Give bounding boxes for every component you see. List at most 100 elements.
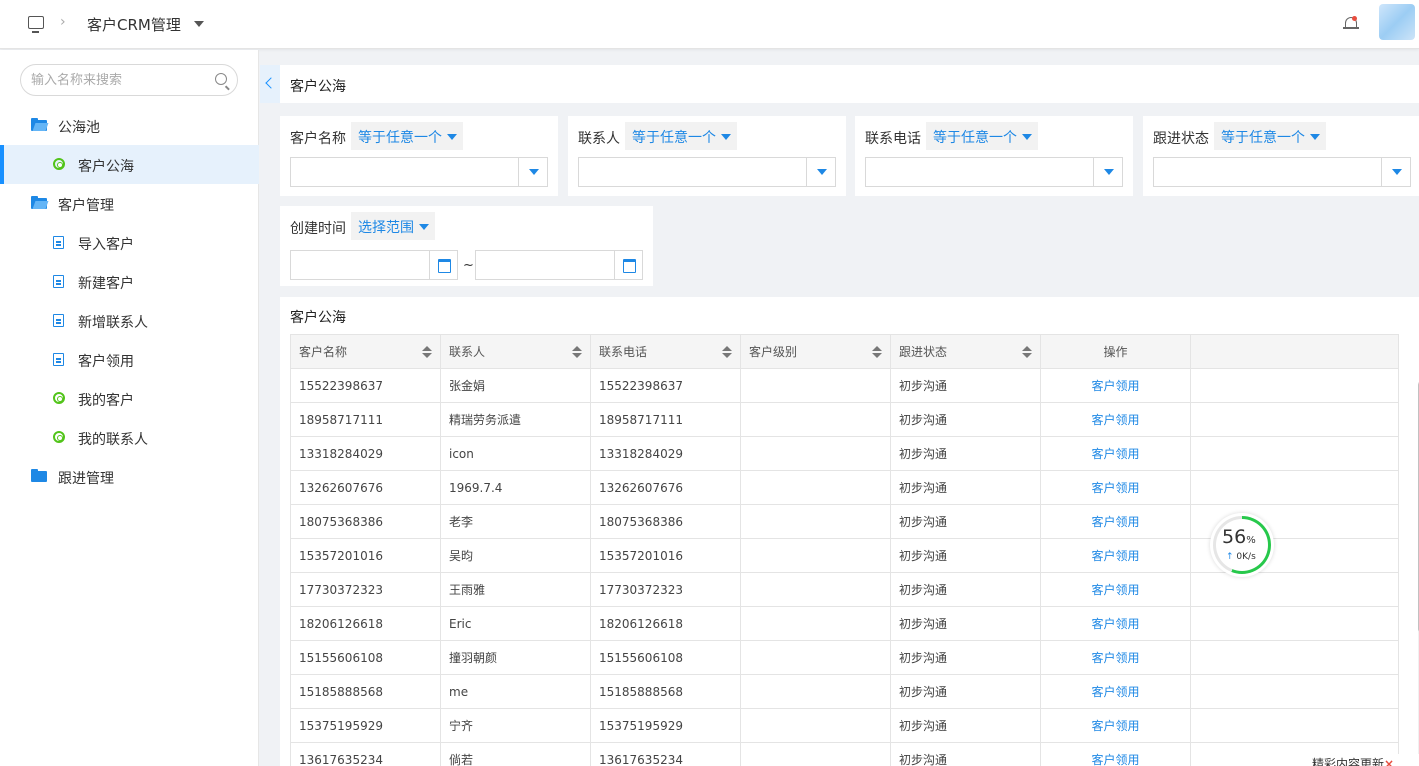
- search-input[interactable]: [31, 71, 211, 89]
- cell-blank: [1190, 436, 1399, 471]
- sidebar-item-new-customer[interactable]: 新建客户: [0, 262, 259, 301]
- cell-action-link[interactable]: 客户领用: [1040, 368, 1191, 403]
- cell-status: 初步沟通: [890, 402, 1041, 437]
- dropdown-arrow-icon[interactable]: [518, 158, 547, 186]
- start-date-input[interactable]: [290, 250, 458, 280]
- filter-operator: 等于任意一个: [933, 130, 1017, 146]
- sidebar-item-my-customers[interactable]: 我的客户: [0, 379, 259, 418]
- filter-label: 联系人: [578, 131, 620, 147]
- table-row[interactable]: 18206126618 Eric 18206126618 初步沟通 客户领用: [290, 606, 1399, 641]
- caret-down-icon[interactable]: [194, 21, 204, 27]
- sort-icon[interactable]: [422, 346, 432, 358]
- search-icon[interactable]: [215, 73, 227, 85]
- dropdown-arrow-icon[interactable]: [1093, 158, 1122, 186]
- main-content: 客户公海 客户名称 等于任意一个 联系人 等于任意一个 联系电话 等于任意一个 …: [260, 50, 1419, 766]
- column-header-customer-name[interactable]: 客户名称: [290, 334, 441, 369]
- cell-level: [740, 368, 891, 403]
- sort-icon[interactable]: [572, 346, 582, 358]
- cell-contact: 张金娟: [440, 368, 591, 403]
- filter-value-select[interactable]: [578, 157, 836, 187]
- chevron-right-icon: ›: [60, 14, 66, 30]
- dropdown-arrow-icon[interactable]: [1381, 158, 1410, 186]
- sidebar-item-claim-customer[interactable]: 客户领用: [0, 340, 259, 379]
- corner-banner[interactable]: 精彩内容更新×: [1304, 754, 1419, 766]
- filter-operator: 选择范围: [358, 220, 414, 236]
- cell-action-link[interactable]: 客户领用: [1040, 436, 1191, 471]
- cell-phone: 15375195929: [590, 708, 741, 743]
- sidebar-item-label: 客户领用: [78, 354, 134, 370]
- end-date-input[interactable]: [475, 250, 643, 280]
- cell-action-link[interactable]: 客户领用: [1040, 402, 1191, 437]
- calendar-icon[interactable]: [614, 251, 642, 279]
- table-row[interactable]: 13318284029 icon 13318284029 初步沟通 客户领用: [290, 436, 1399, 471]
- table-row[interactable]: 15375195929 宁齐 15375195929 初步沟通 客户领用: [290, 708, 1399, 743]
- cell-customer-name: 15375195929: [290, 708, 441, 743]
- sidebar-item-new-contact[interactable]: 新增联系人: [0, 301, 259, 340]
- table-header-row: 客户名称 联系人 联系电话 客户级别 跟进状态 操作: [290, 334, 1399, 369]
- table-row[interactable]: 13617635234 倘若 13617635234 初步沟通 客户领用: [290, 742, 1399, 766]
- cell-phone: 15357201016: [590, 538, 741, 573]
- cell-action-link[interactable]: 客户领用: [1040, 538, 1191, 573]
- filter-operator-select[interactable]: 等于任意一个: [1214, 122, 1326, 150]
- sort-icon[interactable]: [722, 346, 732, 358]
- table-row[interactable]: 15155606108 撞羽朝颜 15155606108 初步沟通 客户领用: [290, 640, 1399, 675]
- calendar-icon[interactable]: [429, 251, 457, 279]
- network-speed-widget[interactable]: 56% ↑ 0K/s: [1210, 513, 1274, 577]
- cell-level: [740, 470, 891, 505]
- table-row[interactable]: 15185888568 me 15185888568 初步沟通 客户领用: [290, 674, 1399, 709]
- column-header-phone[interactable]: 联系电话: [590, 334, 741, 369]
- cell-action-link[interactable]: 客户领用: [1040, 708, 1191, 743]
- collapse-sidebar-icon[interactable]: [260, 65, 280, 103]
- filter-value-select[interactable]: [290, 157, 548, 187]
- dropdown-arrow-icon[interactable]: [806, 158, 835, 186]
- avatar[interactable]: [1379, 4, 1415, 40]
- table-row[interactable]: 18958717111 精瑞劳务派遣 18958717111 初步沟通 客户领用: [290, 402, 1399, 437]
- column-header-contact[interactable]: 联系人: [440, 334, 591, 369]
- monitor-icon[interactable]: [28, 16, 44, 33]
- filter-value-select[interactable]: [865, 157, 1123, 187]
- sidebar-item-my-contacts[interactable]: 我的联系人: [0, 418, 259, 457]
- cell-level: [740, 606, 891, 641]
- cell-customer-name: 13262607676: [290, 470, 441, 505]
- sort-icon[interactable]: [872, 346, 882, 358]
- cell-action-link[interactable]: 客户领用: [1040, 742, 1191, 766]
- cell-contact: 1969.7.4: [440, 470, 591, 505]
- column-header-status[interactable]: 跟进状态: [890, 334, 1041, 369]
- sidebar-item-follow-up[interactable]: 跟进管理: [0, 457, 259, 496]
- column-header-level[interactable]: 客户级别: [740, 334, 891, 369]
- column-header-label: 客户级别: [749, 345, 798, 359]
- cell-action-link[interactable]: 客户领用: [1040, 470, 1191, 505]
- cell-action-link[interactable]: 客户领用: [1040, 504, 1191, 539]
- cell-action-link[interactable]: 客户领用: [1040, 674, 1191, 709]
- filter-operator-select[interactable]: 等于任意一个: [926, 122, 1038, 150]
- filter-customer-name: 客户名称 等于任意一个: [280, 116, 558, 196]
- filter-value-select[interactable]: [1153, 157, 1411, 187]
- cell-status: 初步沟通: [890, 572, 1041, 607]
- sidebar-item-customer-management[interactable]: 客户管理: [0, 184, 259, 223]
- filter-operator-select[interactable]: 等于任意一个: [351, 122, 463, 150]
- date-range-select[interactable]: 选择范围: [351, 212, 435, 240]
- sidebar-item-import-customer[interactable]: 导入客户: [0, 223, 259, 262]
- caret-down-icon: [1022, 134, 1032, 140]
- close-icon[interactable]: ×: [1384, 757, 1394, 766]
- folder-open-icon: [31, 118, 49, 132]
- sort-icon[interactable]: [1022, 346, 1032, 358]
- filter-operator-select[interactable]: 等于任意一个: [625, 122, 737, 150]
- cell-action-link[interactable]: 客户领用: [1040, 640, 1191, 675]
- bell-icon[interactable]: [1343, 16, 1359, 31]
- cell-level: [740, 572, 891, 607]
- cell-action-link[interactable]: 客户领用: [1040, 572, 1191, 607]
- cell-action-link[interactable]: 客户领用: [1040, 606, 1191, 641]
- app-title[interactable]: 客户CRM管理: [87, 14, 181, 35]
- cell-level: [740, 402, 891, 437]
- sidebar-item-customer-public-sea[interactable]: 客户公海: [0, 145, 259, 184]
- document-icon: [53, 236, 64, 249]
- gear-icon: [53, 392, 65, 404]
- cell-contact: Eric: [440, 606, 591, 641]
- table-row[interactable]: 15522398637 张金娟 15522398637 初步沟通 客户领用: [290, 368, 1399, 403]
- sidebar-item-public-pool[interactable]: 公海池: [0, 106, 259, 145]
- table-row[interactable]: 13262607676 1969.7.4 13262607676 初步沟通 客户领用: [290, 470, 1399, 505]
- cell-contact: 倘若: [440, 742, 591, 766]
- table-row[interactable]: 17730372323 王雨雅 17730372323 初步沟通 客户领用: [290, 572, 1399, 607]
- cell-customer-name: 15155606108: [290, 640, 441, 675]
